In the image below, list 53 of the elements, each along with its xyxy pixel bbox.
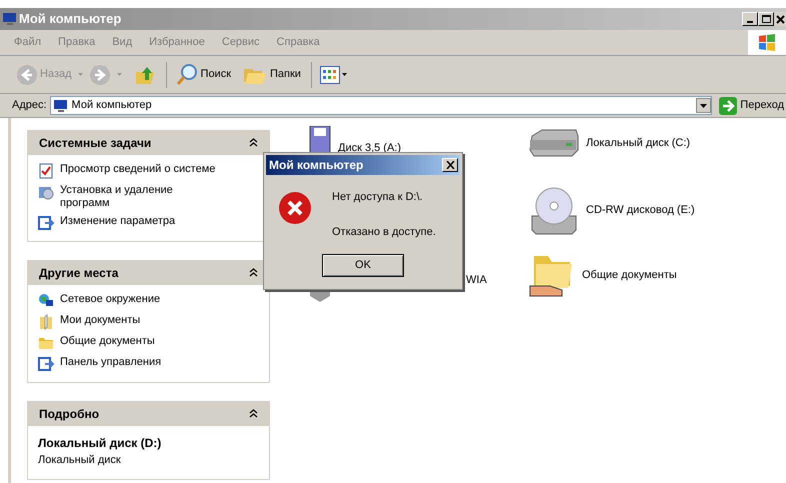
view-grid-icon — [320, 66, 340, 84]
folder-icon — [38, 335, 54, 351]
dialog-message: Отказано в доступе. — [332, 224, 436, 240]
windows-logo-icon — [748, 30, 786, 55]
computer-icon — [2, 12, 18, 26]
dialog-title: Мой компьютер — [269, 157, 364, 174]
address-field[interactable]: Мой компьютер — [50, 96, 712, 115]
panel-header[interactable]: Системные задачи — [27, 130, 270, 155]
globe-computer-icon — [38, 293, 54, 309]
program-box-icon — [38, 184, 54, 200]
minimize-button[interactable] — [742, 12, 758, 26]
dialog-close-button[interactable] — [442, 158, 458, 172]
ok-button[interactable]: OK — [322, 254, 404, 277]
drive-label[interactable]: Общие документы — [582, 266, 677, 284]
collapse-chevron-icon[interactable] — [249, 138, 258, 147]
checklist-icon — [38, 163, 54, 179]
search-icon — [174, 62, 199, 86]
detail-name: Локальный диск (D:) — [38, 435, 162, 452]
close-icon — [446, 161, 454, 169]
maximize-button[interactable] — [758, 12, 774, 26]
search-button[interactable]: Поиск — [174, 62, 232, 86]
panel-title: Системные задачи — [39, 134, 152, 152]
collapse-chevron-icon[interactable] — [249, 268, 258, 277]
task-link[interactable]: Панель управления — [60, 356, 220, 369]
panel-header[interactable]: Подробно — [27, 401, 270, 426]
error-icon — [278, 191, 312, 225]
folders-button[interactable]: Папки — [243, 64, 301, 84]
go-arrow-icon — [719, 96, 738, 114]
dialog-message: Нет доступа к D:\. — [332, 190, 424, 205]
close-icon[interactable] — [774, 12, 786, 26]
computer-icon — [52, 98, 69, 112]
drive-label[interactable]: WIA — [466, 272, 487, 288]
collapse-chevron-icon[interactable] — [249, 409, 258, 418]
task-link[interactable]: Общие документы — [60, 335, 220, 348]
address-label: Адрес: — [12, 98, 47, 114]
dropdown-button[interactable] — [696, 98, 712, 113]
task-link[interactable]: Установка и удаление программ — [60, 184, 220, 210]
document-folder-icon — [38, 314, 54, 330]
task-link[interactable]: Сетевое окружение — [60, 293, 220, 306]
detail-type: Локальный диск — [38, 453, 122, 468]
dropdown-caret-icon — [700, 104, 708, 108]
dropdown-caret-icon[interactable] — [342, 73, 347, 76]
hard-drive-icon[interactable] — [528, 128, 580, 158]
views-button[interactable] — [320, 66, 347, 84]
drive-label[interactable]: CD-RW дисковод (E:) — [586, 202, 695, 218]
go-button[interactable]: Переход — [719, 96, 786, 114]
task-link[interactable]: Изменение параметра — [60, 215, 220, 228]
panel-title: Другие места — [39, 264, 118, 282]
window-title: Мой компьютер — [19, 10, 122, 28]
drive-label[interactable]: Локальный диск (C:) — [586, 134, 690, 152]
task-link[interactable]: Просмотр сведений о системе — [60, 163, 220, 176]
panel-title: Подробно — [39, 406, 100, 422]
task-link[interactable]: Мои документы — [60, 314, 220, 327]
